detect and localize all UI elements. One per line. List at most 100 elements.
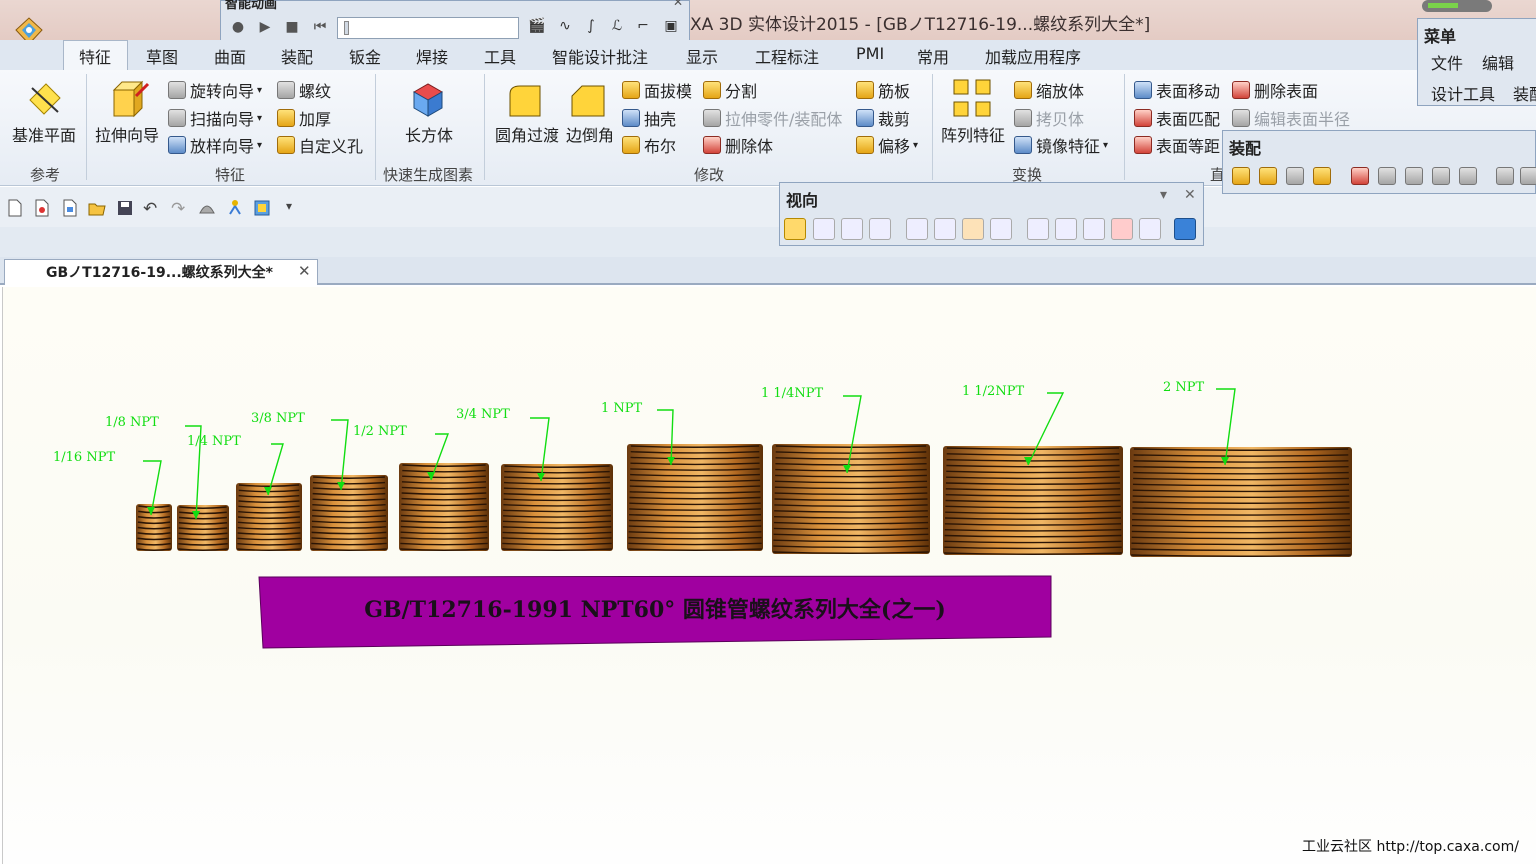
- mirror-button[interactable]: 镜像特征 ▾: [1014, 133, 1108, 157]
- new-design-icon[interactable]: [33, 199, 51, 217]
- trim-button[interactable]: 裁剪: [856, 106, 910, 130]
- more-icon[interactable]: [1520, 167, 1536, 185]
- sweep-wizard-button[interactable]: 扫描向导 ▾: [168, 106, 262, 130]
- npt-thread-part[interactable]: [399, 463, 489, 551]
- close-icon[interactable]: ✕: [673, 0, 683, 9]
- zoom-extents-icon[interactable]: [1027, 218, 1049, 240]
- look-at-icon[interactable]: [1139, 218, 1161, 240]
- tools-icon[interactable]: [1496, 167, 1514, 185]
- custom-hole-button[interactable]: 自定义孔: [277, 133, 363, 157]
- npt-thread-part[interactable]: [501, 464, 613, 551]
- save-icon[interactable]: [116, 199, 134, 217]
- customize-dropdown-icon[interactable]: ▾: [286, 199, 304, 217]
- curve-icon[interactable]: ℒ: [607, 18, 627, 38]
- rib-button[interactable]: 筋板: [856, 78, 910, 102]
- new-file-icon[interactable]: [6, 199, 24, 217]
- npt-thread-part[interactable]: [136, 504, 172, 551]
- tab-smart-annotation[interactable]: 智能设计批注: [552, 44, 648, 68]
- offset-face-button[interactable]: 表面等距: [1134, 133, 1220, 157]
- tab-sheet-metal[interactable]: 钣金: [349, 44, 381, 68]
- tab-pmi[interactable]: PMI: [856, 44, 884, 63]
- tab-weld[interactable]: 焊接: [416, 44, 448, 68]
- reposition-icon[interactable]: [1313, 167, 1331, 185]
- render-icon[interactable]: [198, 199, 216, 217]
- pan-hand-icon[interactable]: [784, 218, 806, 240]
- tab-surface[interactable]: 曲面: [214, 44, 246, 68]
- tab-display[interactable]: 显示: [686, 44, 718, 68]
- box-button[interactable]: 长方体: [405, 122, 453, 146]
- shading-mode-icon[interactable]: [1174, 218, 1196, 240]
- datum-plane-button[interactable]: 基准平面: [12, 122, 76, 146]
- record-icon[interactable]: ●: [229, 18, 247, 36]
- delete-face-button[interactable]: 删除表面: [1232, 78, 1318, 102]
- design-canvas[interactable]: 1/16 NPT 1/8 NPT 1/4 NPT 3/8 NPT 1/2 NPT…: [2, 287, 1536, 864]
- npt-thread-part[interactable]: [310, 475, 388, 551]
- split-button[interactable]: 分割: [703, 78, 757, 102]
- npt-thread-part[interactable]: [627, 444, 763, 551]
- target-icon[interactable]: [990, 218, 1012, 240]
- shell-button[interactable]: 抽壳: [622, 106, 676, 130]
- clapboard-icon[interactable]: 🎬: [527, 18, 547, 38]
- tab-addins[interactable]: 加载应用程序: [985, 44, 1081, 68]
- orbit-icon[interactable]: [813, 218, 835, 240]
- tab-sketch[interactable]: 草图: [146, 44, 178, 68]
- chevron-down-icon[interactable]: ▾: [1103, 140, 1108, 151]
- play-icon[interactable]: ▶: [256, 18, 274, 36]
- close-icon[interactable]: ✕: [1184, 187, 1196, 203]
- npt-thread-part[interactable]: [943, 446, 1123, 555]
- zoom-icon[interactable]: [906, 218, 928, 240]
- menu-design-tools[interactable]: 设计工具: [1431, 81, 1495, 105]
- chevron-down-icon[interactable]: ▾: [1160, 187, 1167, 203]
- path-edit-icon[interactable]: ∫: [581, 18, 601, 38]
- boolean-button[interactable]: 布尔: [622, 133, 676, 157]
- menu-edit[interactable]: 编辑: [1482, 50, 1514, 74]
- tab-engineering-annotation[interactable]: 工程标注: [755, 44, 819, 68]
- npt-thread-part[interactable]: [772, 444, 930, 554]
- chevron-down-icon[interactable]: ▾: [257, 85, 262, 96]
- undo-icon[interactable]: ↶: [143, 199, 161, 219]
- interference-icon[interactable]: [1432, 167, 1450, 185]
- zoom-previous-icon[interactable]: [1083, 218, 1105, 240]
- view-cube-icon[interactable]: [962, 218, 984, 240]
- copy-body-button[interactable]: 拷贝体: [1014, 106, 1084, 130]
- stop-icon[interactable]: ■: [283, 18, 301, 36]
- menu-assembly[interactable]: 装配: [1513, 81, 1536, 105]
- scale-button[interactable]: 缩放体: [1014, 78, 1084, 102]
- extrude-wizard-button[interactable]: 拉伸向导: [95, 122, 159, 146]
- loft-wizard-button[interactable]: 放样向导 ▾: [168, 133, 262, 157]
- revolve-wizard-button[interactable]: 旋转向导 ▾: [168, 78, 262, 102]
- draft-button[interactable]: 面拔模: [622, 78, 692, 102]
- tab-features[interactable]: 特征: [79, 44, 111, 68]
- tab-common[interactable]: 常用: [917, 44, 949, 68]
- fillet-button[interactable]: 圆角过渡: [495, 122, 559, 146]
- thread-button[interactable]: 螺纹: [277, 78, 331, 102]
- redo-icon[interactable]: ↷: [171, 199, 189, 219]
- menu-file[interactable]: 文件: [1431, 50, 1463, 74]
- chevron-down-icon[interactable]: ▾: [257, 113, 262, 124]
- assembly-icon[interactable]: [1232, 167, 1250, 185]
- path-icon[interactable]: ∿: [555, 18, 575, 38]
- thicken-button[interactable]: 加厚: [277, 106, 331, 130]
- chevron-down-icon[interactable]: ▾: [913, 140, 918, 151]
- zoom-window-icon[interactable]: [934, 218, 956, 240]
- pattern-button[interactable]: 阵列特征: [941, 122, 1005, 146]
- key-frame-icon[interactable]: ⌐: [633, 18, 653, 38]
- walk-icon[interactable]: [841, 218, 863, 240]
- chamfer-button[interactable]: 边倒角: [566, 122, 614, 146]
- npt-thread-part[interactable]: [177, 505, 229, 551]
- extrude-part-button[interactable]: 拉伸零件/装配体: [703, 106, 842, 130]
- constraint-icon[interactable]: [1351, 167, 1369, 185]
- move-face-button[interactable]: 表面移动: [1134, 78, 1220, 102]
- roll-icon[interactable]: [869, 218, 891, 240]
- tree-icon[interactable]: [226, 199, 244, 217]
- tab-tools[interactable]: 工具: [484, 44, 516, 68]
- zoom-selection-icon[interactable]: [1055, 218, 1077, 240]
- new-drawing-icon[interactable]: [61, 199, 79, 217]
- open-assembly-icon[interactable]: [1405, 167, 1423, 185]
- catalog-icon[interactable]: [253, 199, 271, 217]
- rewind-icon[interactable]: ⏮: [311, 18, 329, 36]
- delete-body-button[interactable]: 删除体: [703, 133, 773, 157]
- exploded-view-icon[interactable]: [1459, 167, 1477, 185]
- npt-thread-part[interactable]: [1130, 447, 1352, 557]
- camera-icon[interactable]: ▣: [661, 18, 681, 38]
